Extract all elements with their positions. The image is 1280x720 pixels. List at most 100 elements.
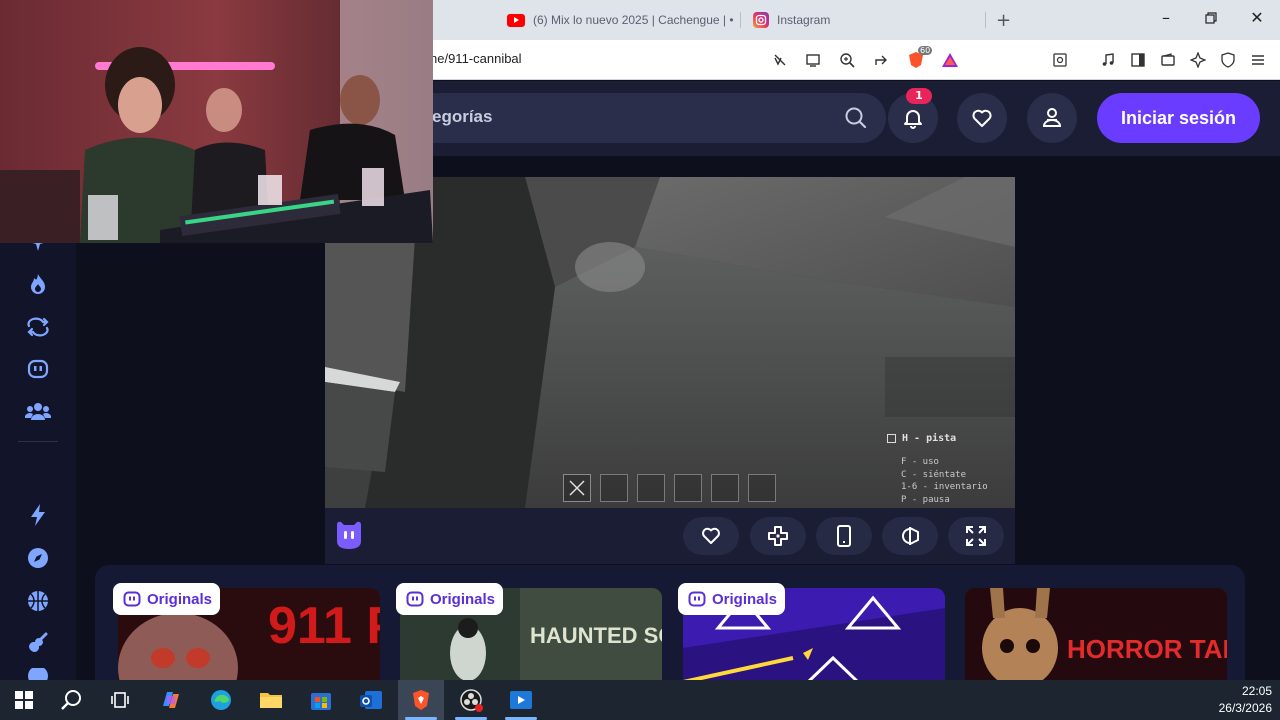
sidebar-toggle-icon[interactable] (1128, 50, 1148, 70)
restore-button[interactable] (1199, 9, 1223, 28)
inventory-slot[interactable] (563, 474, 591, 502)
basketball-icon (28, 591, 48, 611)
sidebar-divider (18, 441, 58, 442)
vpn-icon[interactable] (1218, 50, 1238, 70)
brave-rewards-icon[interactable] (940, 50, 960, 70)
control-line: F - uso (901, 457, 939, 467)
sidebar-item-adventure[interactable] (24, 544, 52, 572)
fullscreen-button[interactable] (948, 517, 1004, 555)
file-explorer-button[interactable] (257, 686, 285, 714)
minimize-button[interactable]: – (1154, 8, 1178, 27)
game-card-horror-tale[interactable]: HORROR TALE (965, 588, 1227, 682)
originals-badge: Originals (396, 583, 504, 615)
clock-date: 26/3/2026 (1218, 701, 1272, 715)
start-button[interactable] (10, 686, 38, 714)
favorites-button[interactable] (957, 93, 1007, 143)
compass-icon (28, 548, 48, 568)
sidebar-item-multiplayer[interactable] (24, 397, 52, 425)
clock-time: 22:05 (1241, 684, 1272, 698)
users-icon (1042, 108, 1062, 127)
sidebar-item-guitar[interactable] (24, 629, 52, 657)
theater-mode-button[interactable] (882, 517, 938, 555)
brave-browser-button[interactable] (407, 686, 435, 714)
sidebar-item-more[interactable] (24, 668, 52, 680)
refresh-icon (27, 317, 49, 337)
multiplayer-icon (25, 403, 51, 420)
sidebar-item-sports[interactable] (24, 587, 52, 615)
lightning-icon (31, 504, 45, 526)
store-icon (311, 693, 331, 710)
webcam-feed (0, 0, 433, 243)
heart-icon (702, 527, 720, 544)
brave-shields-icon[interactable]: 60 (906, 46, 933, 70)
search-placeholder: egorías (432, 107, 493, 126)
hint-key-icon (887, 434, 896, 443)
system-clock[interactable]: 22:05 26/3/2026 (1219, 683, 1272, 717)
outlook-button[interactable] (357, 686, 385, 714)
store-button[interactable] (307, 686, 335, 714)
originals-icon (27, 359, 49, 379)
tab-instagram[interactable]: Instagram (753, 6, 830, 34)
inventory-slot[interactable] (748, 474, 776, 502)
controls-button[interactable] (750, 517, 806, 555)
search-icon[interactable] (844, 106, 868, 134)
url-text[interactable]: ne/911-cannibal (430, 51, 522, 66)
more-category-icon (28, 668, 48, 680)
reader-mode-icon[interactable] (1050, 50, 1070, 70)
like-game-button[interactable] (683, 517, 739, 555)
task-view-icon (111, 692, 129, 708)
mobile-button[interactable] (816, 517, 872, 555)
sidebar-item-originals[interactable] (24, 355, 52, 383)
inventory-bar (563, 474, 776, 502)
brave-icon (413, 690, 429, 710)
zoom-icon[interactable] (837, 50, 857, 70)
knife-icon (569, 480, 585, 496)
tab-separator (740, 12, 741, 28)
hint-text: H - pista (902, 433, 957, 444)
tab-youtube[interactable]: (6) Mix lo nuevo 2025 | Cachengue | • (507, 6, 734, 34)
taskbar-search-button[interactable] (58, 686, 86, 714)
folder-icon (260, 693, 282, 708)
instagram-icon (753, 12, 769, 28)
friends-button[interactable] (1027, 93, 1077, 143)
share-icon[interactable] (871, 50, 891, 70)
media-icon[interactable] (1098, 50, 1118, 70)
notifications-badge: 1 (906, 88, 932, 104)
login-button[interactable]: Iniciar sesión (1097, 93, 1260, 143)
originals-label: Originals (712, 590, 778, 608)
copilot-button[interactable] (157, 686, 185, 714)
edge-button[interactable] (207, 686, 235, 714)
search-bar[interactable]: egorías (420, 93, 886, 143)
app-button[interactable] (507, 686, 535, 714)
menu-icon[interactable] (1248, 50, 1268, 70)
tab-title: (6) Mix lo nuevo 2025 | Cachengue | • (533, 13, 734, 27)
flame-icon (31, 274, 45, 294)
theater-icon (902, 527, 919, 545)
control-line: C - siéntate (901, 469, 967, 480)
close-window-button[interactable]: ✕ (1245, 8, 1269, 27)
translate-off-icon[interactable] (770, 50, 790, 70)
new-tab-button[interactable]: + (996, 10, 1011, 31)
fullscreen-icon (966, 526, 986, 546)
sidebar-item-action[interactable] (24, 501, 52, 529)
control-line: 1-6 - inventario (901, 482, 988, 492)
gamepad-icon (768, 526, 788, 546)
wallet-icon[interactable] (1158, 50, 1178, 70)
inventory-slot[interactable] (711, 474, 739, 502)
leo-ai-icon[interactable] (1188, 50, 1208, 70)
inventory-slot[interactable] (674, 474, 702, 502)
cast-icon[interactable] (803, 50, 823, 70)
tab-title: Instagram (777, 13, 831, 27)
originals-icon (406, 591, 424, 607)
restore-icon (1205, 12, 1217, 24)
youtube-icon (507, 13, 525, 27)
sidebar-item-updated[interactable] (24, 313, 52, 341)
originals-icon (688, 591, 706, 607)
sidebar-item-trending[interactable] (24, 270, 52, 298)
inventory-slot[interactable] (600, 474, 628, 502)
inventory-slot[interactable] (637, 474, 665, 502)
obs-button[interactable] (457, 686, 485, 714)
guitar-icon (29, 632, 48, 652)
task-view-button[interactable] (106, 686, 134, 714)
site-logo-icon[interactable] (334, 519, 364, 551)
